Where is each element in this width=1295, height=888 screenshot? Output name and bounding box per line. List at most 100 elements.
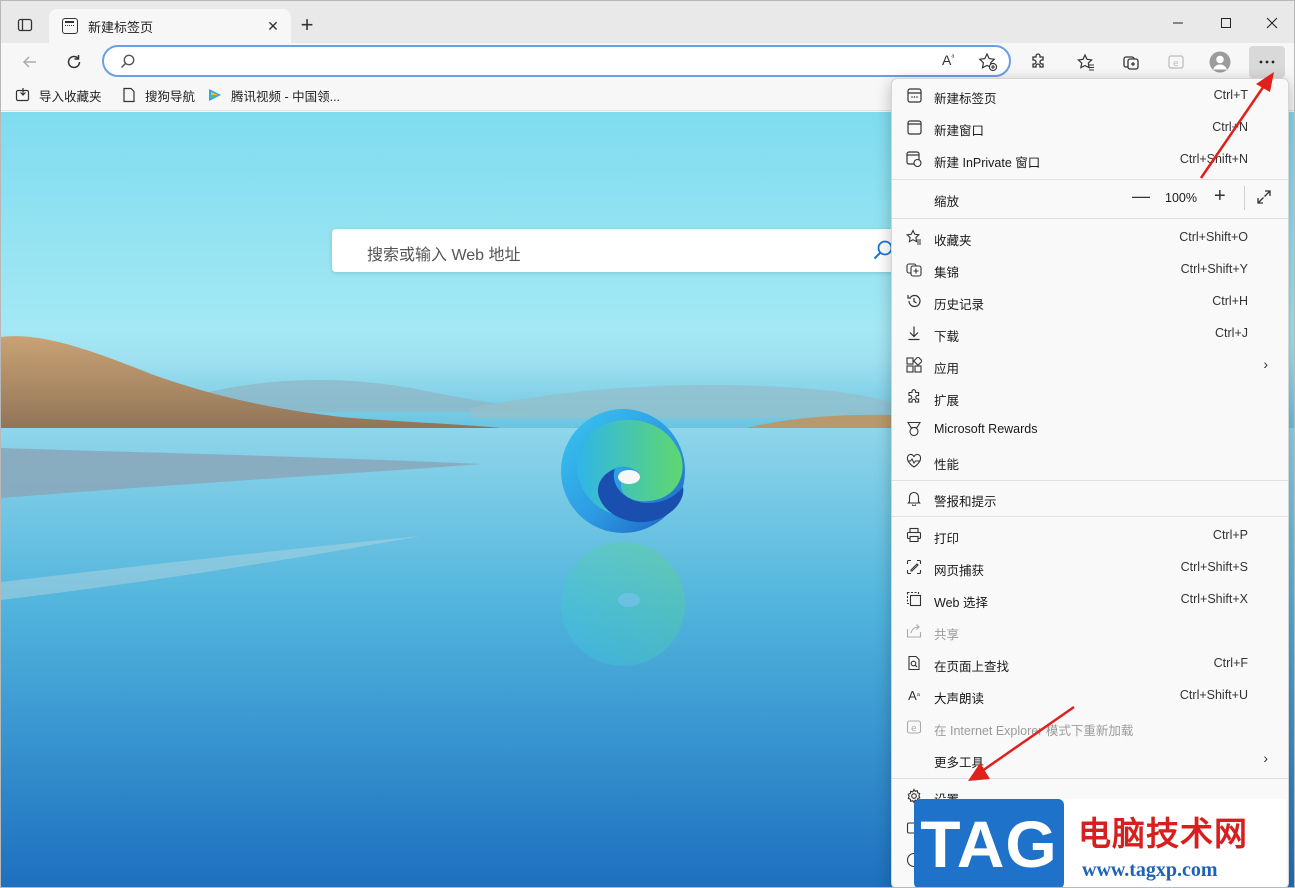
menu-item-label: 扩展 [934, 394, 960, 408]
menu-separator [892, 516, 1288, 517]
svg-text:e: e [911, 724, 917, 734]
menu-item-share: 共享 [892, 615, 1288, 647]
menu-item-downloads[interactable]: 下载 Ctrl+J [892, 317, 1288, 349]
web-select-icon [906, 591, 922, 607]
bookmark-tencent-video[interactable]: 腾讯视频 - 中国领... [207, 85, 340, 105]
puzzle-icon [1032, 53, 1044, 68]
tab-actions-icon [17, 18, 33, 32]
avatar-icon [1209, 51, 1231, 73]
menu-item-label: 新建标签页 [934, 92, 997, 106]
menu-item-label: 新建 InPrivate 窗口 [934, 156, 1041, 170]
menu-item-label: 性能 [934, 458, 960, 472]
menu-item-shortcut: Ctrl+Shift+O [1179, 230, 1248, 244]
bookmark-label: 腾讯视频 - 中国领... [231, 89, 341, 104]
ie-mode-icon: e [906, 719, 922, 735]
printer-icon [906, 527, 922, 543]
menu-item-label: Web 选择 [934, 596, 988, 610]
menu-item-extensions[interactable]: 扩展 [892, 381, 1288, 413]
menu-item-collections[interactable]: 集锦 Ctrl+Shift+Y [892, 253, 1288, 285]
bell-icon [906, 490, 922, 506]
tencent-video-icon [209, 89, 221, 101]
watermark-tag-logo: TAG [914, 799, 1064, 887]
share-icon [906, 623, 922, 639]
full-screen-icon[interactable] [1256, 189, 1272, 208]
minimize-icon [1173, 22, 1183, 24]
menu-separator [892, 179, 1288, 180]
bookmark-import-favorites[interactable]: 导入收藏夹 [15, 85, 102, 105]
page-search-box[interactable]: 搜索或输入 Web 地址 [332, 229, 902, 272]
menu-item-label: 历史记录 [934, 298, 985, 312]
menu-item-shortcut: Ctrl+Shift+U [1179, 688, 1248, 702]
edge-logo-reflection [561, 542, 685, 666]
minimize-button[interactable] [1155, 9, 1201, 37]
bookmark-label: 导入收藏夹 [39, 89, 102, 104]
menu-item-find-on-page[interactable]: 在页面上查找 Ctrl+F [892, 647, 1288, 679]
read-aloud-icon[interactable]: Aᵃ [942, 52, 954, 68]
settings-and-more-button[interactable] [1249, 46, 1285, 78]
download-icon [906, 325, 922, 341]
menu-item-label: 集锦 [934, 266, 960, 280]
menu-item-alerts[interactable]: 警报和提示 [892, 482, 1288, 514]
settings-and-more-menu: 新建标签页 Ctrl+T 新建窗口 Ctrl+N 新建 InPrivate 窗口… [891, 78, 1289, 887]
menu-item-read-aloud[interactable]: Aᵃ 大声朗读 Ctrl+Shift+U [892, 679, 1288, 711]
back-button[interactable] [15, 47, 45, 77]
tab-new-tab[interactable]: 新建标签页 ✕ [49, 9, 291, 43]
web-capture-icon [906, 559, 922, 575]
maximize-button[interactable] [1203, 9, 1249, 37]
address-bar[interactable]: Aᵃ [102, 45, 1011, 77]
apps-icon [906, 357, 922, 373]
ie-mode-icon: e [1168, 55, 1184, 69]
menu-item-label: 更多工具 [934, 756, 985, 770]
new-window-icon [906, 119, 922, 135]
more-horizontal-icon [1259, 60, 1275, 64]
puzzle-icon [906, 389, 922, 405]
menu-item-label: 警报和提示 [934, 495, 997, 509]
close-tab-icon[interactable]: ✕ [263, 16, 283, 36]
menu-item-shortcut: Ctrl+N [1212, 120, 1248, 134]
extensions-button[interactable] [1023, 47, 1053, 77]
close-icon [1266, 17, 1278, 29]
add-favorite-icon[interactable] [978, 52, 998, 77]
menu-item-shortcut: Ctrl+Shift+Y [1180, 262, 1248, 276]
menu-item-label: 大声朗读 [934, 692, 985, 706]
zoom-level: 100% [1165, 191, 1197, 205]
menu-item-new-tab[interactable]: 新建标签页 Ctrl+T [892, 79, 1288, 111]
menu-item-favorites[interactable]: 收藏夹 Ctrl+Shift+O [892, 221, 1288, 253]
menu-item-label: 收藏夹 [934, 234, 972, 248]
menu-item-history[interactable]: 历史记录 Ctrl+H [892, 285, 1288, 317]
favorites-button[interactable] [1071, 47, 1101, 77]
menu-item-print[interactable]: 打印 Ctrl+P [892, 519, 1288, 551]
menu-item-performance[interactable]: 性能 [892, 445, 1288, 477]
zoom-out-button[interactable]: — [1132, 186, 1150, 207]
profile-button[interactable] [1205, 47, 1235, 77]
ie-mode-button[interactable]: e [1161, 47, 1191, 77]
menu-item-more-tools[interactable]: 更多工具 › [892, 743, 1288, 775]
zoom-divider [1244, 186, 1245, 210]
close-window-button[interactable] [1249, 9, 1294, 37]
refresh-button[interactable] [59, 47, 89, 77]
refresh-icon [67, 55, 81, 69]
bookmark-sogou-nav[interactable]: 搜狗导航 [121, 85, 195, 105]
menu-item-shortcut: Ctrl+Shift+X [1180, 592, 1248, 606]
menu-item-rewards[interactable]: Microsoft Rewards [892, 413, 1288, 445]
toolbar: Aᵃ e [1, 43, 1294, 79]
menu-item-label: Microsoft Rewards [934, 422, 1038, 436]
zoom-in-button[interactable]: + [1214, 185, 1226, 208]
menu-item-label: 应用 [934, 362, 960, 376]
collections-button[interactable] [1116, 47, 1146, 77]
menu-item-apps[interactable]: 应用 › [892, 349, 1288, 381]
new-tab-button[interactable]: + [295, 12, 319, 37]
menu-item-new-window[interactable]: 新建窗口 Ctrl+N [892, 111, 1288, 143]
menu-item-label: 共享 [934, 628, 960, 642]
menu-item-new-inprivate[interactable]: 新建 InPrivate 窗口 Ctrl+Shift+N [892, 143, 1288, 175]
menu-item-web-select[interactable]: Web 选择 Ctrl+Shift+X [892, 583, 1288, 615]
rewards-medal-icon [906, 421, 922, 437]
favorites-star-icon [1077, 53, 1094, 71]
tab-actions-button[interactable] [11, 11, 39, 39]
browser-window: 新建标签页 ✕ + Aᵃ e 导入收藏夹 搜狗导航 腾讯视频 - 中国领... … [0, 0, 1295, 888]
new-tab-icon [906, 87, 922, 103]
menu-item-web-capture[interactable]: 网页捕获 Ctrl+Shift+S [892, 551, 1288, 583]
performance-heart-icon [906, 453, 922, 469]
menu-separator [892, 218, 1288, 219]
watermark-text-block: 电脑技术网 www.tagxp.com [1064, 799, 1286, 887]
